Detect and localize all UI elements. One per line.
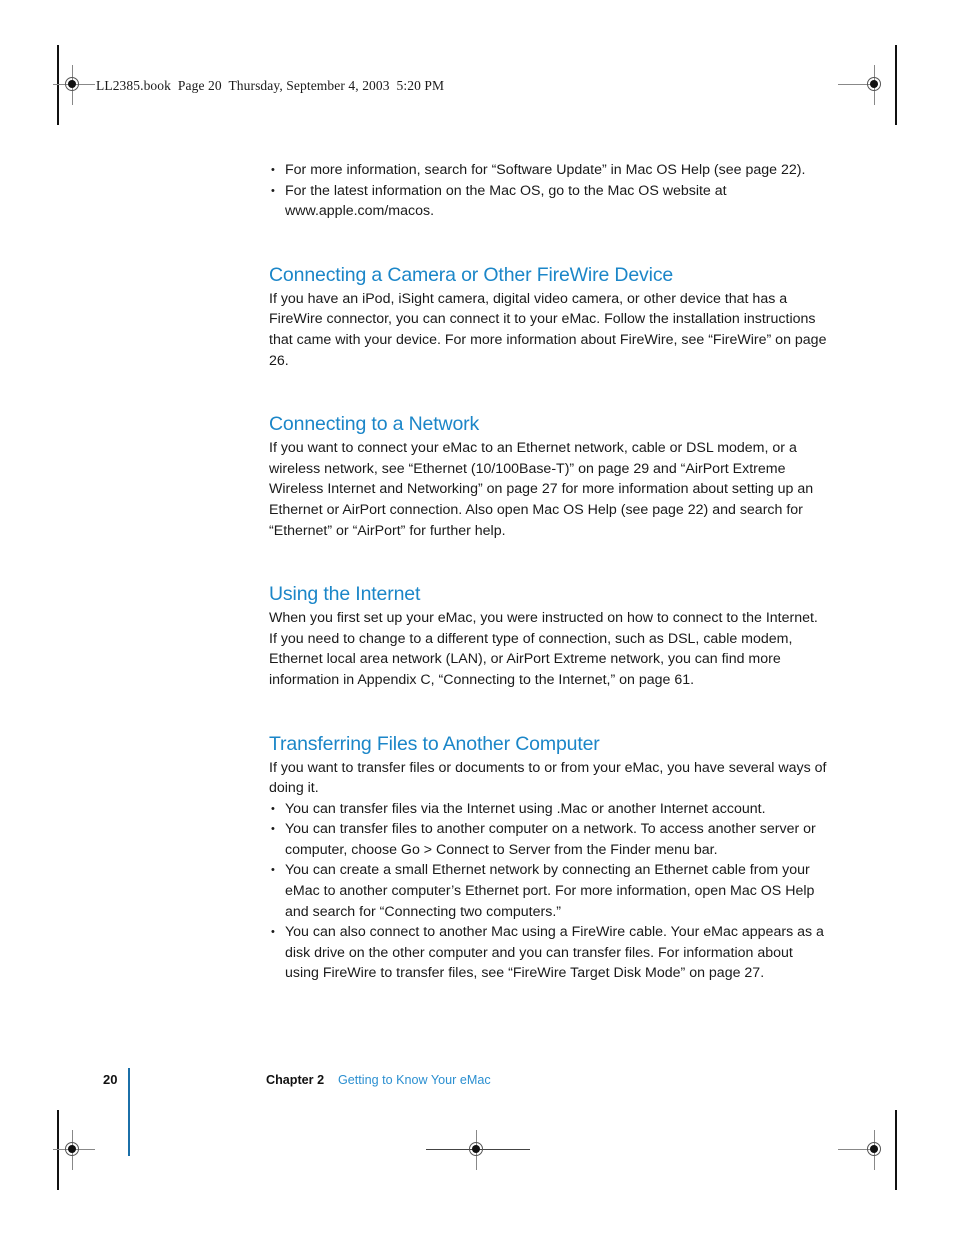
trim-line-top-left	[57, 45, 59, 125]
trim-line-top-right	[895, 45, 897, 125]
trim-line-bottom-right	[895, 1110, 897, 1190]
list-item: You can create a small Ethernet network …	[269, 860, 829, 922]
registration-ring-inner	[870, 80, 878, 88]
section-heading: Transferring Files to Another Computer	[269, 732, 600, 755]
section-heading: Connecting a Camera or Other FireWire De…	[269, 263, 674, 286]
intro-bullet-list: For more information, search for “Softwa…	[269, 160, 829, 222]
registration-ring-inner	[68, 1145, 76, 1153]
section-transferring-files: Transferring Files to Another Computer I…	[269, 732, 829, 985]
section-connecting-to-network: Connecting to a Network If you want to c…	[269, 412, 829, 541]
section-connecting-camera-firewire: Connecting a Camera or Other FireWire De…	[269, 263, 829, 371]
section-paragraph: If you have an iPod, iSight camera, digi…	[269, 290, 827, 369]
footer-vertical-rule	[128, 1068, 130, 1156]
registration-ring-inner	[870, 1145, 878, 1153]
registration-mark-top-right	[838, 65, 886, 105]
registration-ring-inner	[68, 80, 76, 88]
section-heading: Using the Internet	[269, 583, 421, 606]
list-item: You can also connect to another Mac usin…	[269, 922, 829, 984]
section-heading: Connecting to a Network	[269, 413, 480, 436]
section-paragraph: If you want to connect your eMac to an E…	[269, 440, 814, 539]
section-using-the-internet: Using the Internet When you first set up…	[269, 582, 829, 690]
section-paragraph: When you first set up your eMac, you wer…	[269, 610, 818, 688]
footer-chapter-label: Chapter 2	[266, 1073, 325, 1087]
registration-ring-inner	[472, 1145, 480, 1153]
transfer-bullet-list: You can transfer files via the Internet …	[269, 799, 829, 984]
page-slug-header: LL2385.book Page 20 Thursday, September …	[96, 78, 445, 93]
registration-mark-bottom-center	[426, 1130, 530, 1170]
list-item: For more information, search for “Softwa…	[269, 160, 829, 181]
registration-mark-bottom-right	[838, 1130, 886, 1170]
list-item: You can transfer files via the Internet …	[269, 799, 829, 820]
registration-mark-top-left	[53, 65, 95, 105]
page-content: For more information, search for “Softwa…	[269, 160, 829, 984]
list-item: For the latest information on the Mac OS…	[269, 181, 829, 222]
list-item: You can transfer files to another comput…	[269, 819, 829, 860]
trim-line-bottom-left	[57, 1110, 59, 1190]
footer-chapter-title: Getting to Know Your eMac	[338, 1073, 491, 1087]
footer-page-number: 20	[103, 1072, 118, 1087]
registration-mark-bottom-left	[53, 1130, 95, 1170]
section-paragraph: If you want to transfer files or documen…	[269, 759, 827, 797]
